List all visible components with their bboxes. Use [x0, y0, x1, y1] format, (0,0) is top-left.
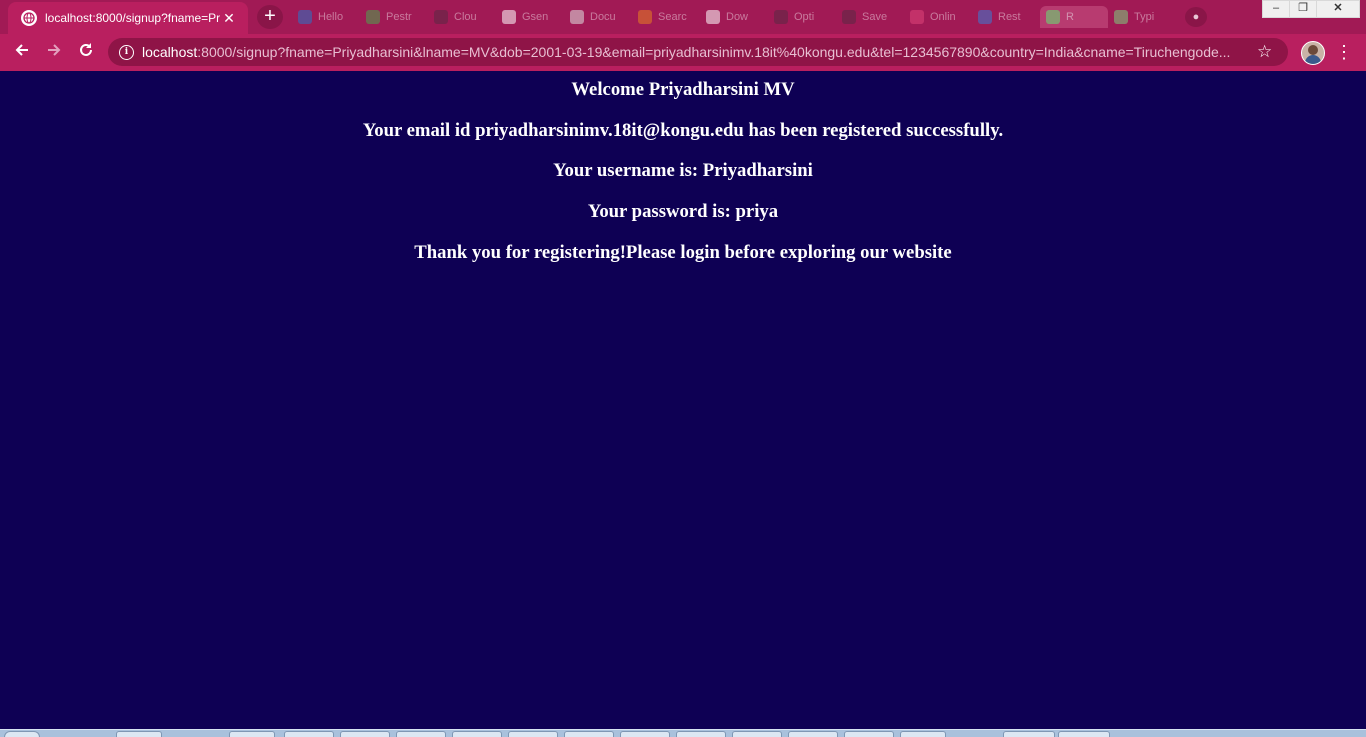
tab-background[interactable]: R: [1040, 6, 1108, 28]
tab-favicon-icon: [1046, 10, 1060, 24]
tab-active[interactable]: localhost:8000/signup?fname=Pr ✕: [8, 2, 248, 34]
taskbar-item[interactable]: [1058, 731, 1110, 737]
forward-arrow-icon: [48, 44, 61, 56]
taskbar-item[interactable]: [788, 731, 838, 737]
tab-background-label: Opti: [794, 11, 815, 23]
taskbar-item[interactable]: [564, 731, 614, 737]
tab-background[interactable]: Searc: [632, 6, 700, 28]
taskbar-item[interactable]: [844, 731, 894, 737]
taskbar-item[interactable]: [284, 731, 334, 737]
browser-toolbar: i localhost:8000/signup?fname=Priyadhars…: [0, 34, 1366, 71]
browser-tab-strip: localhost:8000/signup?fname=Pr ✕ + Hello…: [0, 0, 1366, 34]
tab-favicon-icon: [366, 10, 380, 24]
tab-background[interactable]: Rest: [972, 6, 1040, 28]
tab-favicon-icon: [978, 10, 992, 24]
taskbar-item[interactable]: [229, 731, 275, 737]
taskbar-item[interactable]: [396, 731, 446, 737]
username-message: Your username is: Priyadharsini: [553, 160, 813, 181]
tab-background-label: Docu: [590, 11, 616, 23]
tab-background-label: Clou: [454, 11, 477, 23]
tab-search-button[interactable]: ●: [1185, 7, 1207, 27]
globe-icon: [21, 10, 37, 26]
taskbar-item[interactable]: [732, 731, 782, 737]
taskbar-item[interactable]: [900, 731, 946, 737]
password-message: Your password is: priya: [587, 201, 779, 222]
tab-background-label: Rest: [998, 11, 1021, 23]
url-path: :8000/signup?fname=Priyadharsini&lname=M…: [197, 44, 1231, 60]
taskbar-item[interactable]: [508, 731, 558, 737]
background-tabs: Hello Pestr Clou Gsen Docu Searc Dow Opt…: [292, 6, 1176, 28]
profile-avatar[interactable]: [1301, 41, 1325, 65]
tab-background[interactable]: Pestr: [360, 6, 428, 28]
forward-button[interactable]: [41, 40, 67, 64]
tab-background[interactable]: Docu: [564, 6, 632, 28]
tab-background-label: Dow: [726, 11, 749, 23]
tab-background-label: Typi: [1134, 11, 1155, 23]
url-host: localhost: [142, 44, 198, 60]
tab-background[interactable]: Hello: [292, 6, 360, 28]
taskbar-item[interactable]: [620, 731, 670, 737]
avatar-body: [1305, 55, 1321, 64]
tab-background[interactable]: Save: [836, 6, 904, 28]
tab-favicon-icon: [298, 10, 312, 24]
avatar-head: [1308, 45, 1318, 55]
thanks-message: Thank you for registering!Please login b…: [414, 242, 952, 263]
page-content: Welcome Priyadharsini MV Your email id p…: [0, 71, 1366, 729]
tab-favicon-icon: [570, 10, 584, 24]
tab-background[interactable]: Gsen: [496, 6, 564, 28]
tab-close-icon[interactable]: ✕: [221, 10, 237, 27]
tab-background[interactable]: Typi: [1108, 6, 1176, 28]
info-icon[interactable]: i: [119, 44, 134, 60]
email-message: Your email id priyadharsinimv.18it@kongu…: [362, 120, 1004, 141]
tab-background-label: Searc: [658, 11, 687, 23]
tab-background-label: Save: [862, 11, 888, 23]
tab-background[interactable]: Dow: [700, 6, 768, 28]
tab-background-label: R: [1066, 11, 1074, 23]
restore-button[interactable]: ❐: [1289, 0, 1317, 18]
tab-background-label: Pestr: [386, 11, 412, 23]
tab-background-label: Onlin: [930, 11, 956, 23]
tab-background[interactable]: Onlin: [904, 6, 972, 28]
tab-favicon-icon: [706, 10, 720, 24]
tab-background[interactable]: Opti: [768, 6, 836, 28]
taskbar-item[interactable]: [676, 731, 726, 737]
tab-favicon-icon: [638, 10, 652, 24]
window-controls: – ❐ ✕: [1262, 0, 1360, 18]
tab-background[interactable]: Clou: [428, 6, 496, 28]
back-arrow-icon: [15, 44, 28, 56]
star-icon[interactable]: ☆: [1257, 42, 1272, 62]
reload-button[interactable]: [73, 40, 99, 64]
taskbar-item[interactable]: [116, 731, 162, 737]
start-button[interactable]: [4, 731, 40, 737]
welcome-heading: Welcome Priyadharsini MV: [571, 79, 795, 100]
tab-favicon-icon: [910, 10, 924, 24]
url-text[interactable]: localhost:8000/signup?fname=Priyadharsin…: [142, 44, 1247, 60]
taskbar-item[interactable]: [340, 731, 390, 737]
tab-favicon-icon: [774, 10, 788, 24]
tab-background-label: Gsen: [522, 11, 549, 23]
address-bar[interactable]: i localhost:8000/signup?fname=Priyadhars…: [108, 38, 1288, 66]
tab-favicon-icon: [1114, 10, 1128, 24]
taskbar-item[interactable]: [452, 731, 502, 737]
minimize-button[interactable]: –: [1262, 0, 1290, 18]
new-tab-button[interactable]: +: [257, 5, 283, 29]
tab-background-label: Hello: [318, 11, 344, 23]
tab-favicon-icon: [842, 10, 856, 24]
tab-title: localhost:8000/signup?fname=Pr: [45, 11, 221, 25]
back-button[interactable]: [9, 40, 35, 64]
tab-favicon-icon: [434, 10, 448, 24]
taskbar-item[interactable]: [1003, 731, 1055, 737]
tab-favicon-icon: [502, 10, 516, 24]
kebab-menu-icon[interactable]: ⋮: [1334, 40, 1354, 64]
reload-icon: [80, 43, 92, 56]
close-window-button[interactable]: ✕: [1316, 0, 1360, 18]
